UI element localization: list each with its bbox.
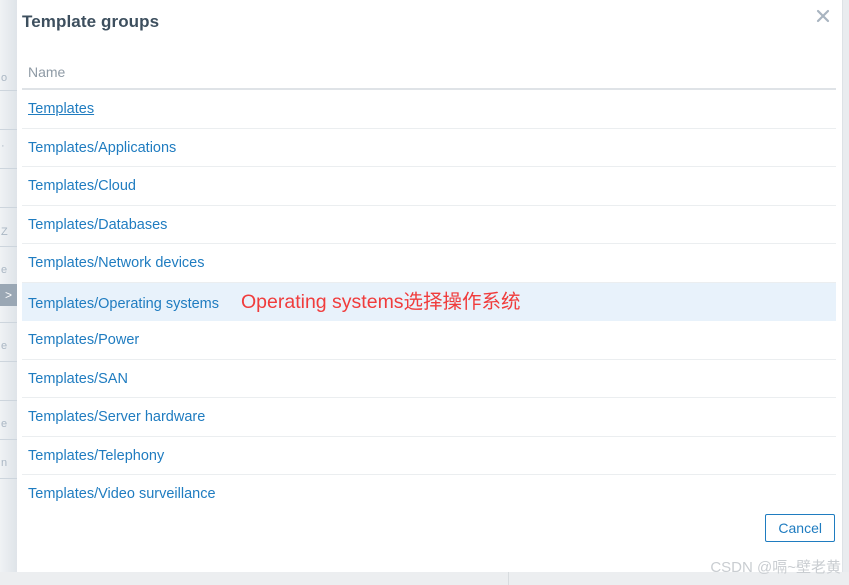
template-group-link[interactable]: Templates/Power (28, 332, 139, 348)
page-title: Template groups (22, 12, 160, 31)
dialog-footer: Cancel (17, 514, 842, 572)
background-ghost-text: e (1, 340, 8, 352)
background-ghost-text: o (1, 72, 8, 84)
template-group-link[interactable]: Templates (28, 101, 94, 117)
background-ghost-text: e (1, 418, 8, 430)
background-ghost-divider (0, 129, 17, 130)
background-ghost-text: Z (1, 226, 8, 238)
table-row[interactable]: Templates/Operating systems Operating sys… (22, 282, 836, 321)
table-row[interactable]: Templates/Video surveillance (22, 475, 836, 514)
background-ghost-divider (0, 361, 17, 362)
background-ghost-text: n (1, 457, 8, 469)
template-group-link[interactable]: Templates/SAN (28, 371, 128, 387)
background-ghost-divider (0, 400, 17, 401)
close-icon[interactable] (810, 3, 836, 29)
table-row[interactable]: Templates/Power (22, 321, 836, 360)
background-ghost-divider (0, 168, 17, 169)
template-group-link[interactable]: Templates/Applications (28, 140, 176, 156)
table-row[interactable]: Templates/Cloud (22, 167, 836, 206)
template-groups-dialog: Template groups Name Templates Templates/… (17, 0, 843, 572)
table-row[interactable]: Templates/Server hardware (22, 398, 836, 437)
background-page-right-strip (843, 0, 849, 572)
column-header-name: Name (22, 55, 836, 90)
table-row[interactable]: Templates/Telephony (22, 437, 836, 475)
template-groups-table: Name Templates Templates/Applications Temp… (22, 55, 836, 514)
background-ghost-divider (0, 322, 17, 323)
background-ghost-marker: > (0, 284, 17, 306)
template-group-link[interactable]: Templates/Operating systems (28, 296, 219, 312)
table-row[interactable]: Templates/Applications (22, 129, 836, 167)
background-ghost-divider (0, 478, 17, 479)
dialog-header: Template groups (17, 0, 842, 48)
annotation-text: Operating systems选择操作系统 (241, 290, 521, 313)
template-group-link[interactable]: Templates/Video surveillance (28, 486, 216, 502)
background-ghost-divider (0, 246, 17, 247)
background-page-left-strip: o · Z e > e e n (0, 0, 17, 572)
table-row[interactable]: Templates/Network devices (22, 244, 836, 283)
template-group-link[interactable]: Templates/Cloud (28, 178, 136, 194)
background-page-bottom-band (0, 572, 849, 585)
table-row[interactable]: Templates/Databases (22, 206, 836, 244)
cancel-button[interactable]: Cancel (765, 514, 835, 542)
background-bottom-divider (508, 572, 509, 585)
template-group-link[interactable]: Templates/Server hardware (28, 409, 205, 425)
background-ghost-text: e (1, 264, 8, 276)
template-group-rows: Templates Templates/Applications Templates… (22, 90, 836, 514)
background-ghost-text: · (1, 140, 5, 152)
template-group-link[interactable]: Templates/Telephony (28, 448, 164, 464)
background-ghost-divider (0, 439, 17, 440)
background-ghost-divider (0, 90, 17, 91)
template-group-link[interactable]: Templates/Databases (28, 217, 167, 233)
table-row[interactable]: Templates (22, 90, 836, 129)
table-row[interactable]: Templates/SAN (22, 360, 836, 398)
template-group-link[interactable]: Templates/Network devices (28, 255, 205, 271)
background-ghost-divider (0, 207, 17, 208)
